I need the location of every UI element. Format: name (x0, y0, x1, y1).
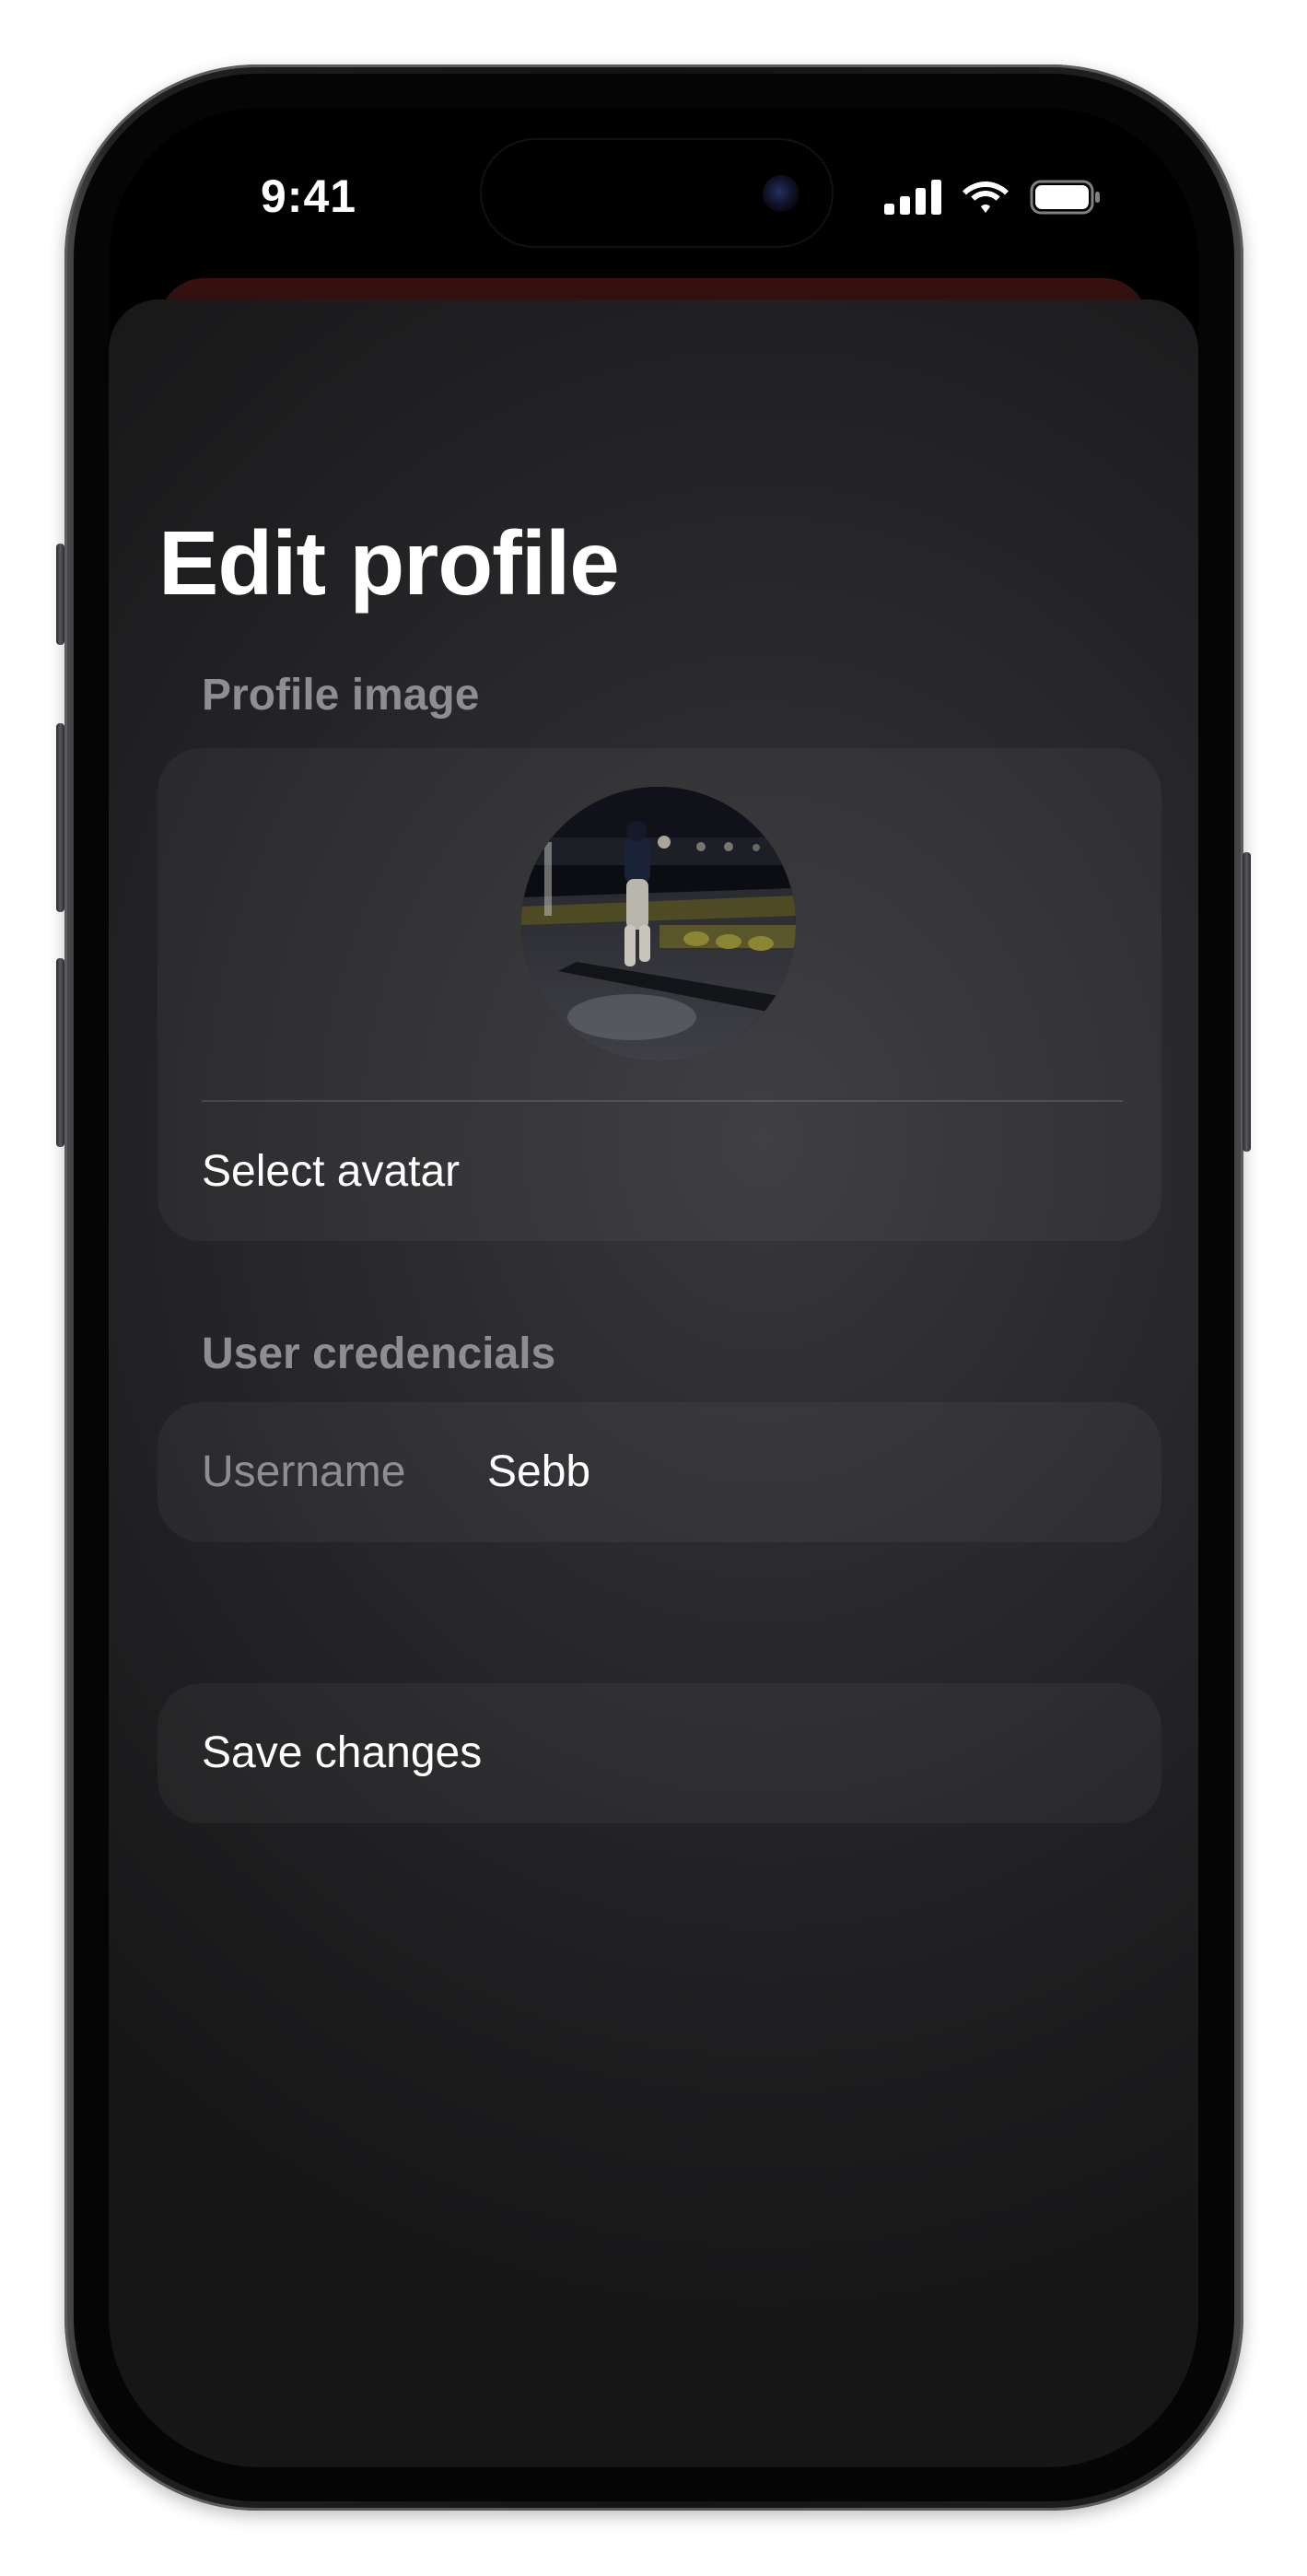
status-icons (884, 180, 1102, 215)
wifi-icon (963, 181, 1009, 213)
cellular-signal-icon (884, 180, 941, 215)
page-title: Edit profile (158, 512, 620, 614)
avatar-photo-icon (521, 787, 796, 1061)
status-bar: 9:41 (109, 108, 1198, 283)
dynamic-island (482, 140, 832, 246)
select-avatar-button[interactable]: Select avatar (202, 1146, 460, 1197)
credentials-group: Username Sebb (158, 1402, 1161, 1542)
username-field[interactable]: Sebb (487, 1446, 590, 1497)
username-label: Username (202, 1447, 406, 1496)
volume-down-button (56, 958, 64, 1147)
save-changes-button[interactable]: Save changes (158, 1683, 1161, 1823)
power-button (1243, 852, 1251, 1152)
front-camera-icon (763, 175, 799, 212)
save-changes-label: Save changes (202, 1728, 483, 1777)
action-button (56, 544, 64, 645)
battery-icon (1030, 180, 1100, 215)
avatar[interactable] (521, 787, 796, 1061)
volume-up-button (56, 723, 64, 912)
credentials-section-header: User credencials (202, 1329, 556, 1378)
profile-image-section-header: Profile image (202, 671, 480, 720)
screen: 9:41 Edit profile Profile image Select a… (109, 108, 1198, 2467)
divider (202, 1100, 1123, 1102)
status-time: 9:41 (261, 170, 357, 222)
edit-profile-sheet (109, 299, 1198, 2467)
profile-image-group: Select avatar (158, 748, 1161, 1241)
